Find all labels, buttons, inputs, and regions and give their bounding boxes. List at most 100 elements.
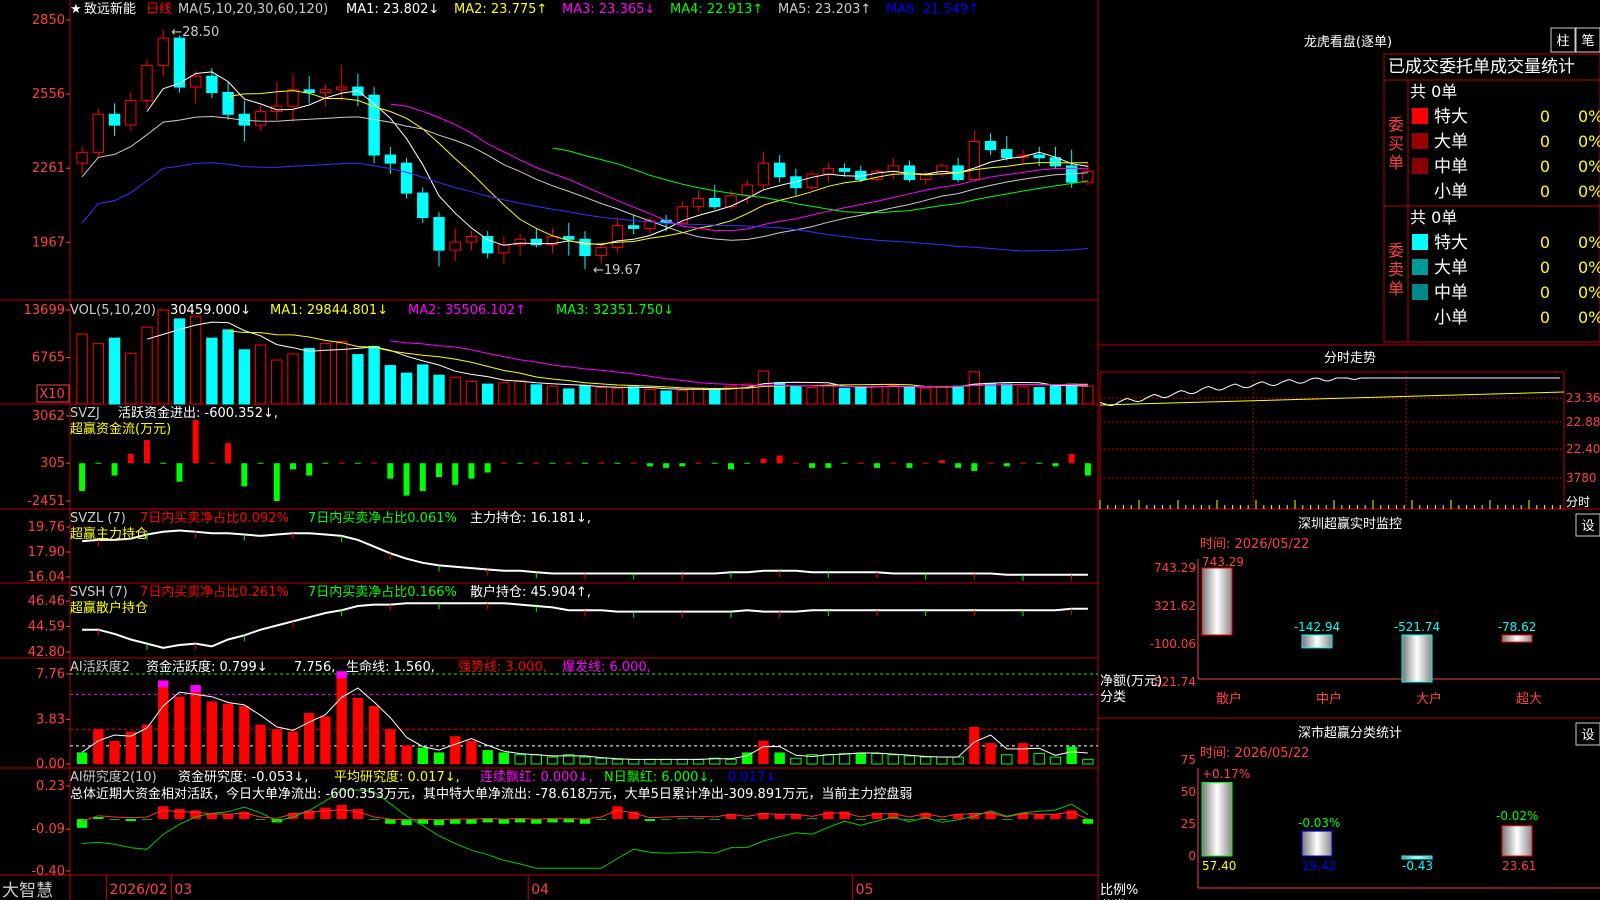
candle-body (417, 192, 429, 219)
monitor-ytick-2: -100.06 (1150, 637, 1196, 651)
research-bar (709, 819, 720, 820)
research-bar (514, 819, 526, 823)
retail-hold-header-3: 散户持仓: 45.904↑, (470, 584, 591, 600)
sell-swatch-2 (1412, 284, 1428, 300)
buy-pct-2: 0% (1578, 157, 1600, 176)
research-bar (644, 819, 656, 822)
flow-bar (273, 463, 280, 501)
classify-ytick-1: 50 (1181, 785, 1196, 799)
research-ytick-0: 0.23 (36, 779, 65, 794)
buy-val-1: 0 (1540, 132, 1550, 151)
activity-bar (1082, 758, 1094, 765)
lhb-tab-label[interactable]: 已成交委托单成交量统计 (1388, 57, 1575, 77)
research-bar (806, 818, 818, 820)
retail-hold-header-1: 7日内买卖净占比0.261% (140, 584, 289, 600)
research-ytick-2: -0.40 (31, 864, 65, 879)
sell-val-1: 0 (1540, 258, 1550, 277)
bar-mode-button-label[interactable]: 柱 (1556, 34, 1569, 49)
flow-bar (144, 440, 150, 464)
flow-bar (874, 463, 880, 468)
volume-bar (481, 383, 494, 405)
buy-val-0: 0 (1540, 107, 1550, 126)
candle-body (449, 241, 461, 251)
activity-header-1: 资金活跃度: 0.799↓ (146, 659, 268, 675)
volume-bar (903, 387, 916, 405)
volume-bar (319, 343, 332, 405)
buy-swatch-2 (1412, 158, 1428, 174)
main-hold-header-0: SVZL (7) (70, 511, 126, 526)
flow-bar (809, 463, 816, 468)
volume-bar (1049, 384, 1062, 405)
burst-cap (158, 680, 169, 688)
flow-bar (679, 463, 686, 467)
volume-bar (1082, 385, 1094, 405)
volume-bar (125, 352, 137, 405)
research-bar (774, 814, 785, 820)
price-ytick-3: 1967 (32, 235, 65, 250)
research-bar (855, 819, 866, 820)
candle-body (189, 75, 202, 88)
classify-pct-0: +0.17% (1202, 767, 1250, 781)
volume-bar (465, 380, 478, 405)
flow-bar (728, 463, 734, 470)
classify-value-0: 57.40 (1202, 859, 1236, 873)
candle-body (141, 64, 153, 102)
activity-bar (1066, 746, 1077, 764)
monitor-ylabel2: 分类 (1100, 690, 1126, 705)
research-bar (936, 819, 948, 820)
main-hold-header-1: 7日内买卖净占比0.092% (140, 510, 289, 526)
sell-val-3: 0 (1540, 308, 1550, 327)
candle-body (709, 198, 721, 208)
activity-bar (774, 752, 785, 764)
research-bar (466, 819, 477, 824)
research-bar (612, 806, 623, 820)
research-header-1: 资金研究度: -0.053↓, (178, 769, 308, 785)
research-bar (482, 819, 493, 823)
volume-bar (157, 309, 169, 405)
activity-ytick-2: 0.00 (36, 757, 65, 772)
volume-bar (92, 343, 105, 405)
volume-bar (368, 345, 380, 405)
monitor-settings-label[interactable]: 设 (1581, 519, 1594, 534)
tick-mode-button-label[interactable]: 笔 (1581, 33, 1594, 49)
activity-bar (936, 756, 948, 765)
volume-bar (335, 341, 348, 405)
candle-body (287, 89, 299, 107)
activity-bar (579, 756, 591, 765)
volume-bar (676, 389, 689, 405)
flow-bar (906, 463, 913, 468)
research-bar (368, 819, 380, 820)
volume-bar (579, 384, 591, 405)
activity-bar (385, 729, 396, 764)
volume-bar (887, 384, 899, 405)
volume-bar (709, 388, 721, 405)
period-label: 日线 (146, 2, 172, 17)
lhb-title: 龙虎看盘(逐单) (1304, 34, 1392, 50)
flow-bar (403, 463, 410, 496)
monitor-bar-1 (1301, 634, 1333, 649)
activity-bar (433, 752, 445, 764)
candle-body (498, 244, 510, 254)
research-bar (450, 819, 461, 824)
stock-terminal: 2850 2556 2261 1967 ←28.50 ←19.67 ★ 致远新能 日线 MA(5,… (0, 0, 1600, 900)
volume-bar (611, 387, 624, 405)
flow-bar (1052, 463, 1059, 467)
activity-bar (190, 692, 201, 764)
volume-bar (206, 337, 218, 405)
research-bar (125, 819, 136, 822)
volume-bar (806, 387, 818, 405)
research-bar (1001, 819, 1012, 820)
research-bar (742, 818, 753, 820)
research-bar (352, 808, 364, 820)
activity-bar (1033, 753, 1045, 765)
research-header-0: AI研究度2(10) (70, 769, 157, 785)
volume-bar (952, 385, 964, 405)
classify-settings-label[interactable]: 设 (1581, 728, 1594, 743)
activity-bar (676, 758, 689, 765)
activity-bar (174, 696, 185, 764)
star-icon[interactable]: ★ (70, 2, 82, 17)
activity-bar (417, 747, 428, 764)
flow-bar (111, 463, 118, 476)
fenshi-unit: 分时 (1566, 495, 1590, 509)
main-hold-subtitle: 超赢主力持仓 (70, 526, 148, 542)
